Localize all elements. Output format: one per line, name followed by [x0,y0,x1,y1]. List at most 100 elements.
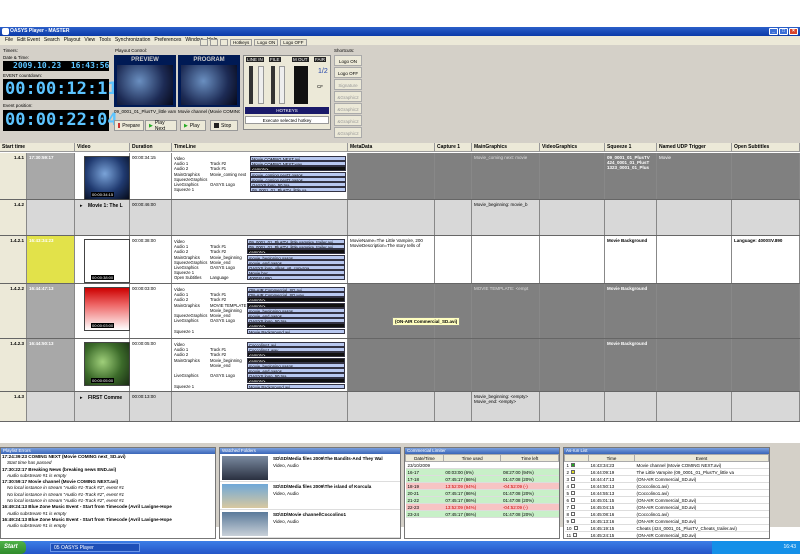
column-header[interactable]: Squeeze 1 [605,143,657,152]
folder-item[interactable]: SD\SD\Movie channel\Coccolino1 Video, Aud… [220,510,400,538]
table-row[interactable]: 11 16:45:24:15 (ON-AIR Commercial_SD.avi) [564,531,769,538]
table-row[interactable]: 21-22 07:45:17 (86%) 01:47:08 (20%) [405,496,559,504]
file-fader[interactable] [279,66,285,104]
menu-item[interactable]: Playout [64,37,81,43]
table-row[interactable]: 1.4.2.1 16:43:34:23 00:00:38:00 00:00:38:00… [0,236,800,284]
table-row[interactable]: 22-23 13:52:09 (94%) -04:52:09 (-) [405,503,559,511]
table-row[interactable]: 16-17 00:03:00 (6%) 08:27:00 (94%) [405,468,559,476]
error-line[interactable]: Audio substream #1 is empty [1,523,215,529]
play-button[interactable]: ▶ Play [180,120,206,131]
time-cell: 16:45:29:15 [589,539,635,540]
row-number: 1.4.2 [0,200,27,235]
execute-hotkey-button[interactable]: Execute selected hotkey [245,116,329,124]
logo-off-button[interactable]: Logo OFF [280,38,307,46]
table-row[interactable]: 8 16:45:08:16 (Coccolino1.avi) [564,510,769,518]
expand-icon[interactable]: ▸ [80,203,83,209]
table-row[interactable]: 20-21 07:45:17 (86%) 01:47:08 (20%) [405,489,559,497]
time-cell: 23-24 [405,510,444,518]
table-row[interactable]: 1.4.3 FIRST Comme ▸ 00:00:13:00 Movie_beginn… [0,392,800,422]
timeline-clip[interactable]: 4000SV.890 [247,275,345,281]
menu-item[interactable]: Edit Event [17,37,40,43]
shortcut-button[interactable]: &Graphic2 [334,115,362,126]
open-icon[interactable] [210,38,218,46]
menu-item[interactable]: Search [44,37,60,43]
table-row[interactable]: 23-24 07:45:17 (86%) 01:47:08 (20%) [405,510,559,518]
table-row[interactable]: 1 16:43:34:23 Movie channel (Movie COMING … [564,461,769,469]
column-header[interactable]: MetaData [348,143,435,152]
column-header[interactable]: Video [75,143,130,152]
stop-button[interactable]: Stop [210,120,238,131]
table-row[interactable]: 3 16:44:47:13 (ON-AIR Commercial_SD.avi) [564,475,769,483]
shortcut-button[interactable]: Logo ON [334,55,362,66]
row-number: 2 [566,469,570,475]
table-row[interactable]: 1.4.1 17:30:59:17 00:00:34:15 00:00:34:15 Vi… [0,153,800,200]
column-header[interactable]: TimeLine [172,143,348,152]
column-header[interactable]: VideoGraphics [540,143,605,152]
save-icon[interactable] [220,38,228,46]
minimize-icon[interactable]: _ [769,28,778,35]
prepare-button[interactable]: Prepare [114,120,144,131]
table-row[interactable]: 6 16:45:01:15 (ON-AIR Commercial_SD.avi) [564,496,769,504]
column-header[interactable]: Event [634,454,769,462]
column-header[interactable]: Open Subtitles [732,143,800,152]
table-row[interactable]: 1.4.2.2 16:44:47:13 00:00:03:00 00:00:03:00… [0,284,800,339]
start-time[interactable]: 17:30:59:17 [27,153,75,199]
column-header[interactable]: Time [588,454,635,462]
hotkeys-button[interactable]: Hotkeys [230,38,253,46]
table-row[interactable]: 10 16:45:19:15 Cheats (424_0001_01_PlusTV_… [564,524,769,532]
menu-item[interactable]: Synchronization [115,37,151,43]
track-label: MainGraphics [174,357,200,363]
left-cell: -04:52:09 (-) [500,503,559,511]
column-header[interactable]: Time used [442,454,502,462]
start-time[interactable]: 16:44:47:13 [27,284,75,338]
used-cell: 13:52:09 (94%) [443,503,501,511]
prepare-label: Prepare [122,122,140,129]
shortcut-button[interactable]: &Graphic2 [334,103,362,114]
column-header[interactable]: Date/Time [405,454,444,462]
start-time[interactable]: 16:44:50:13 [27,339,75,391]
taskbar-app-item[interactable]: 05 OASYS Player [50,543,140,552]
table-row[interactable]: 1.4.2 Movie 1: The L ▸ 00:00:46:00 Movie_beg… [0,200,800,236]
column-header[interactable]: Start time [0,143,75,152]
table-row[interactable]: 17-18 07:45:17 (86%) 01:47:08 (20%) [405,475,559,483]
shortcut-button[interactable]: &Graphic2 [334,127,362,138]
folder-item[interactable]: SD\SD\Media files 2009\The island of Kor… [220,482,400,510]
menu-item[interactable]: Tools [99,37,111,43]
line-in-fader[interactable] [258,66,264,104]
menu-item[interactable]: Preferences [154,37,181,43]
column-header[interactable]: Duration [130,143,172,152]
start-time[interactable] [27,200,75,235]
column-header[interactable]: Named UDP Trigger [657,143,732,152]
timeline-clip[interactable]: Movie Background.avi [247,383,345,389]
column-header[interactable]: Time left [500,454,559,462]
table-row[interactable]: 18-19 13:52:09 (94%) -04:52:09 (-) [405,482,559,490]
timeline-clip[interactable]: 09_0001_01_PlusTV_little va [250,187,346,193]
table-row[interactable]: 1.4.2.3 16:44:50:13 00:00:05:00 00:00:05:00… [0,339,800,392]
column-header[interactable] [564,454,589,462]
shortcut-button[interactable]: Logo OFF [334,67,362,78]
table-row[interactable]: 9 16:45:13:16 (ON-AIR Commercial_SD.avi) [564,517,769,525]
close-icon[interactable]: × [789,28,798,35]
start-button[interactable]: Start [0,541,26,554]
maximize-icon[interactable]: □ [779,28,788,35]
table-row[interactable]: 5 16:44:55:13 (Coccolino1.avi) [564,489,769,497]
menu-item[interactable]: File [5,37,13,43]
column-header[interactable]: MainGraphics [472,143,540,152]
table-row[interactable]: 1216:45:29:15(AVID.avi) [565,539,769,540]
start-time[interactable]: 16:43:34:23 [27,236,75,283]
play-next-button[interactable]: ▶ Play Next [145,120,177,132]
logo-on-button[interactable]: Logo ON [254,38,279,46]
column-header[interactable]: Capture 1 [435,143,472,152]
start-time[interactable] [27,392,75,421]
expand-icon[interactable]: ▸ [80,395,83,401]
timeline-clip[interactable]: Movie Background.avi [247,328,345,334]
table-row[interactable]: 2 16:44:09:19 The Little Vampire (09_0001_… [564,468,769,476]
shortcut-button[interactable]: &Graphic2 [334,91,362,102]
new-icon[interactable] [200,38,208,46]
menu-item[interactable]: View [84,37,95,43]
table-row[interactable]: 4 16:44:50:13 (Coccolino1.avi) [564,482,769,490]
row-index: 6 [564,496,589,504]
table-row[interactable]: 7 16:45:04:15 (ON-AIR Commercial_SD.avi) [564,503,769,511]
folder-item[interactable]: SD\SD\Media files 2009\The Bandits-And T… [220,454,400,482]
shortcut-button[interactable]: Signature [334,79,362,90]
